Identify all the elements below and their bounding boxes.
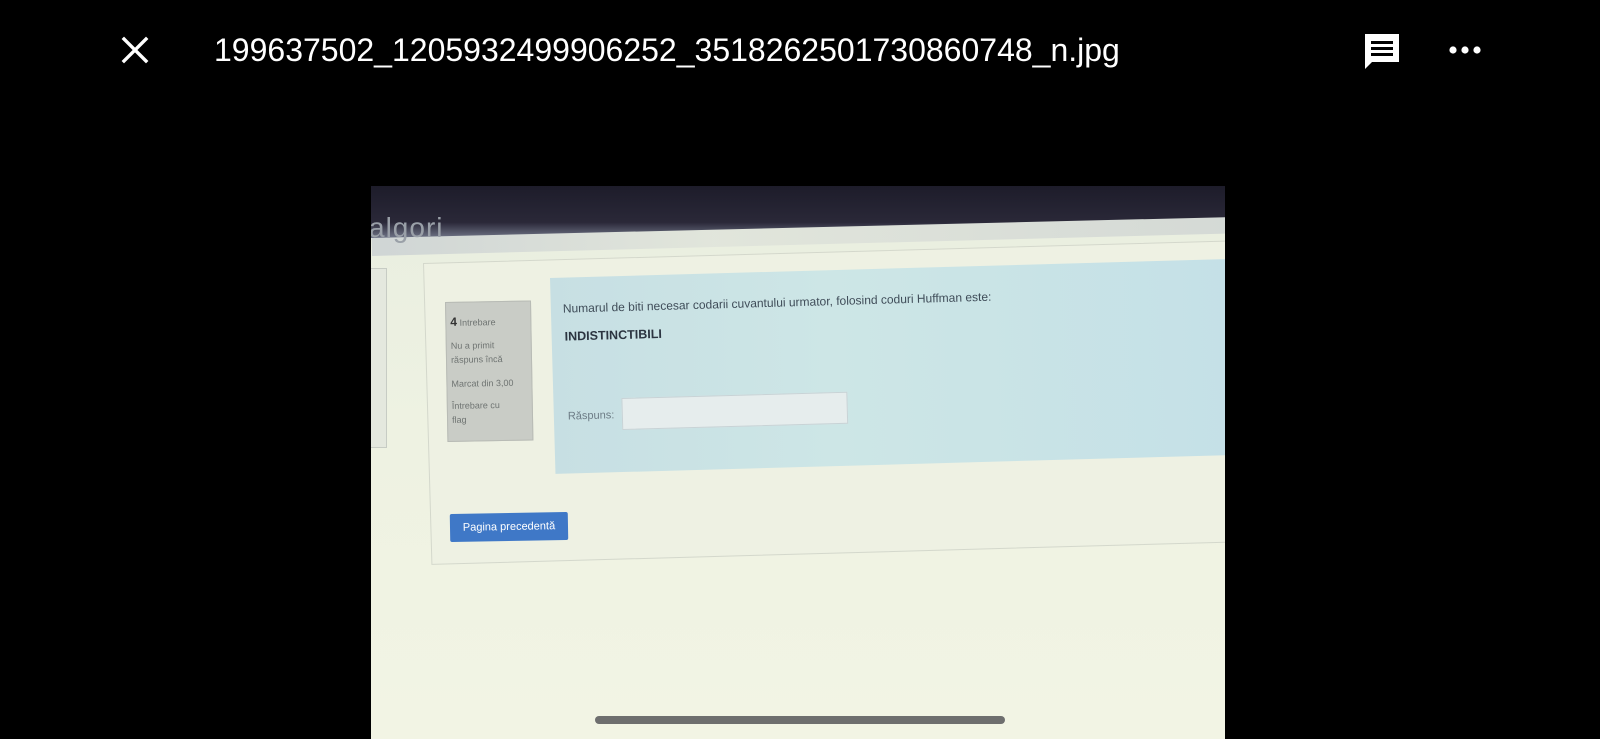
- answer-input[interactable]: [621, 391, 849, 431]
- more-options-button[interactable]: [1448, 38, 1482, 62]
- viewer-top-bar: 199637502_1205932499906252_3518262501730…: [0, 0, 1600, 100]
- answer-label: Răspuns:: [567, 409, 615, 423]
- flag-question-link-line2[interactable]: flag: [452, 415, 467, 425]
- question-info-box: 4 Intrebare Nu a primit răspuns încă Mar…: [445, 300, 534, 442]
- question-word: INDISTINCTIBILI: [564, 326, 663, 344]
- comment-button[interactable]: [1362, 31, 1402, 71]
- question-number: 4: [450, 314, 458, 329]
- photo-content: algori 4 Intrebare Nu a primit răspuns î…: [371, 186, 1225, 739]
- more-icon: [1449, 46, 1481, 54]
- question-text: Numarul de biti necesar codarii cuvantul…: [562, 289, 992, 316]
- page-heading-fragment: algori: [371, 212, 444, 243]
- close-button[interactable]: [118, 33, 152, 67]
- left-panel-edge: [371, 268, 387, 448]
- file-name-title: 199637502_1205932499906252_3518262501730…: [214, 32, 1120, 68]
- question-marks: Marcat din 3,00: [451, 377, 514, 389]
- flag-question-link[interactable]: Întrebare cu: [452, 400, 500, 411]
- question-number-label: Intrebare: [459, 317, 496, 328]
- close-icon: [121, 36, 149, 64]
- comment-icon: [1365, 34, 1399, 69]
- question-status-line2: răspuns încă: [450, 354, 503, 365]
- question-panel: Numarul de biti necesar codarii cuvantul…: [550, 258, 1225, 474]
- previous-page-button[interactable]: Pagina precedentă: [449, 511, 569, 543]
- question-status-line1: Nu a primit: [450, 340, 495, 351]
- home-indicator-bar[interactable]: [595, 716, 1005, 724]
